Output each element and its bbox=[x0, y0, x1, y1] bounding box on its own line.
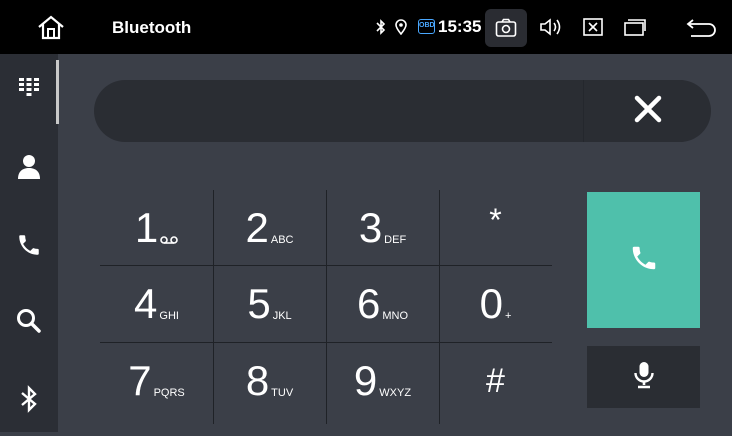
key-6[interactable]: 6 MNO bbox=[326, 266, 439, 342]
phone-icon bbox=[16, 232, 42, 263]
status-bar: Bluetooth OBD 15:35 bbox=[0, 0, 732, 54]
key-5[interactable]: 5 JKL bbox=[213, 266, 326, 342]
sidebar-item-bluetooth[interactable] bbox=[0, 366, 58, 436]
sidebar-item-keypad[interactable] bbox=[0, 54, 58, 124]
close-icon bbox=[633, 94, 663, 129]
voice-dial-button[interactable] bbox=[587, 346, 700, 408]
key-8[interactable]: 8 TUV bbox=[213, 343, 326, 419]
volume-icon[interactable] bbox=[538, 16, 564, 38]
sidebar-item-contacts[interactable] bbox=[0, 134, 58, 204]
key-0[interactable]: 0 + bbox=[439, 266, 552, 342]
bluetooth-status-icon bbox=[374, 16, 388, 38]
key-4[interactable]: 4 GHI bbox=[100, 266, 213, 342]
search-icon bbox=[16, 308, 42, 339]
screenshot-button[interactable] bbox=[485, 9, 527, 47]
sidebar bbox=[0, 54, 59, 432]
contacts-icon bbox=[17, 154, 41, 185]
clock: 15:35 bbox=[438, 17, 482, 36]
key-1[interactable]: 1 bbox=[100, 190, 213, 266]
sidebar-item-call-log[interactable] bbox=[0, 212, 58, 282]
keypad-icon bbox=[18, 76, 40, 103]
sidebar-item-search[interactable] bbox=[0, 288, 58, 358]
app-title: Bluetooth bbox=[112, 18, 192, 37]
back-icon[interactable] bbox=[684, 16, 718, 38]
active-indicator bbox=[56, 60, 59, 124]
key-7[interactable]: 7 PQRS bbox=[100, 343, 213, 419]
key-2[interactable]: 2 ABC bbox=[213, 190, 326, 266]
key-hash[interactable]: # bbox=[439, 343, 552, 419]
microphone-icon bbox=[633, 361, 655, 394]
delete-button[interactable] bbox=[583, 80, 711, 142]
obd-icon: OBD bbox=[418, 19, 435, 34]
key-star[interactable]: * bbox=[439, 190, 552, 266]
voicemail-icon bbox=[160, 235, 178, 248]
call-button[interactable] bbox=[587, 192, 700, 328]
home-icon[interactable] bbox=[36, 14, 66, 40]
recent-apps-icon[interactable] bbox=[622, 16, 648, 38]
location-icon bbox=[394, 16, 408, 38]
bluetooth-icon bbox=[20, 384, 38, 418]
phone-icon bbox=[629, 243, 659, 278]
camera-icon bbox=[495, 18, 517, 43]
key-3[interactable]: 3 DEF bbox=[326, 190, 439, 266]
close-window-icon[interactable] bbox=[582, 16, 604, 38]
key-9[interactable]: 9 WXYZ bbox=[326, 343, 439, 419]
keypad: 1 2 ABC 3 DEF * 4 GHI 5 JKL 6 MNO 0 + 7 … bbox=[100, 190, 552, 424]
